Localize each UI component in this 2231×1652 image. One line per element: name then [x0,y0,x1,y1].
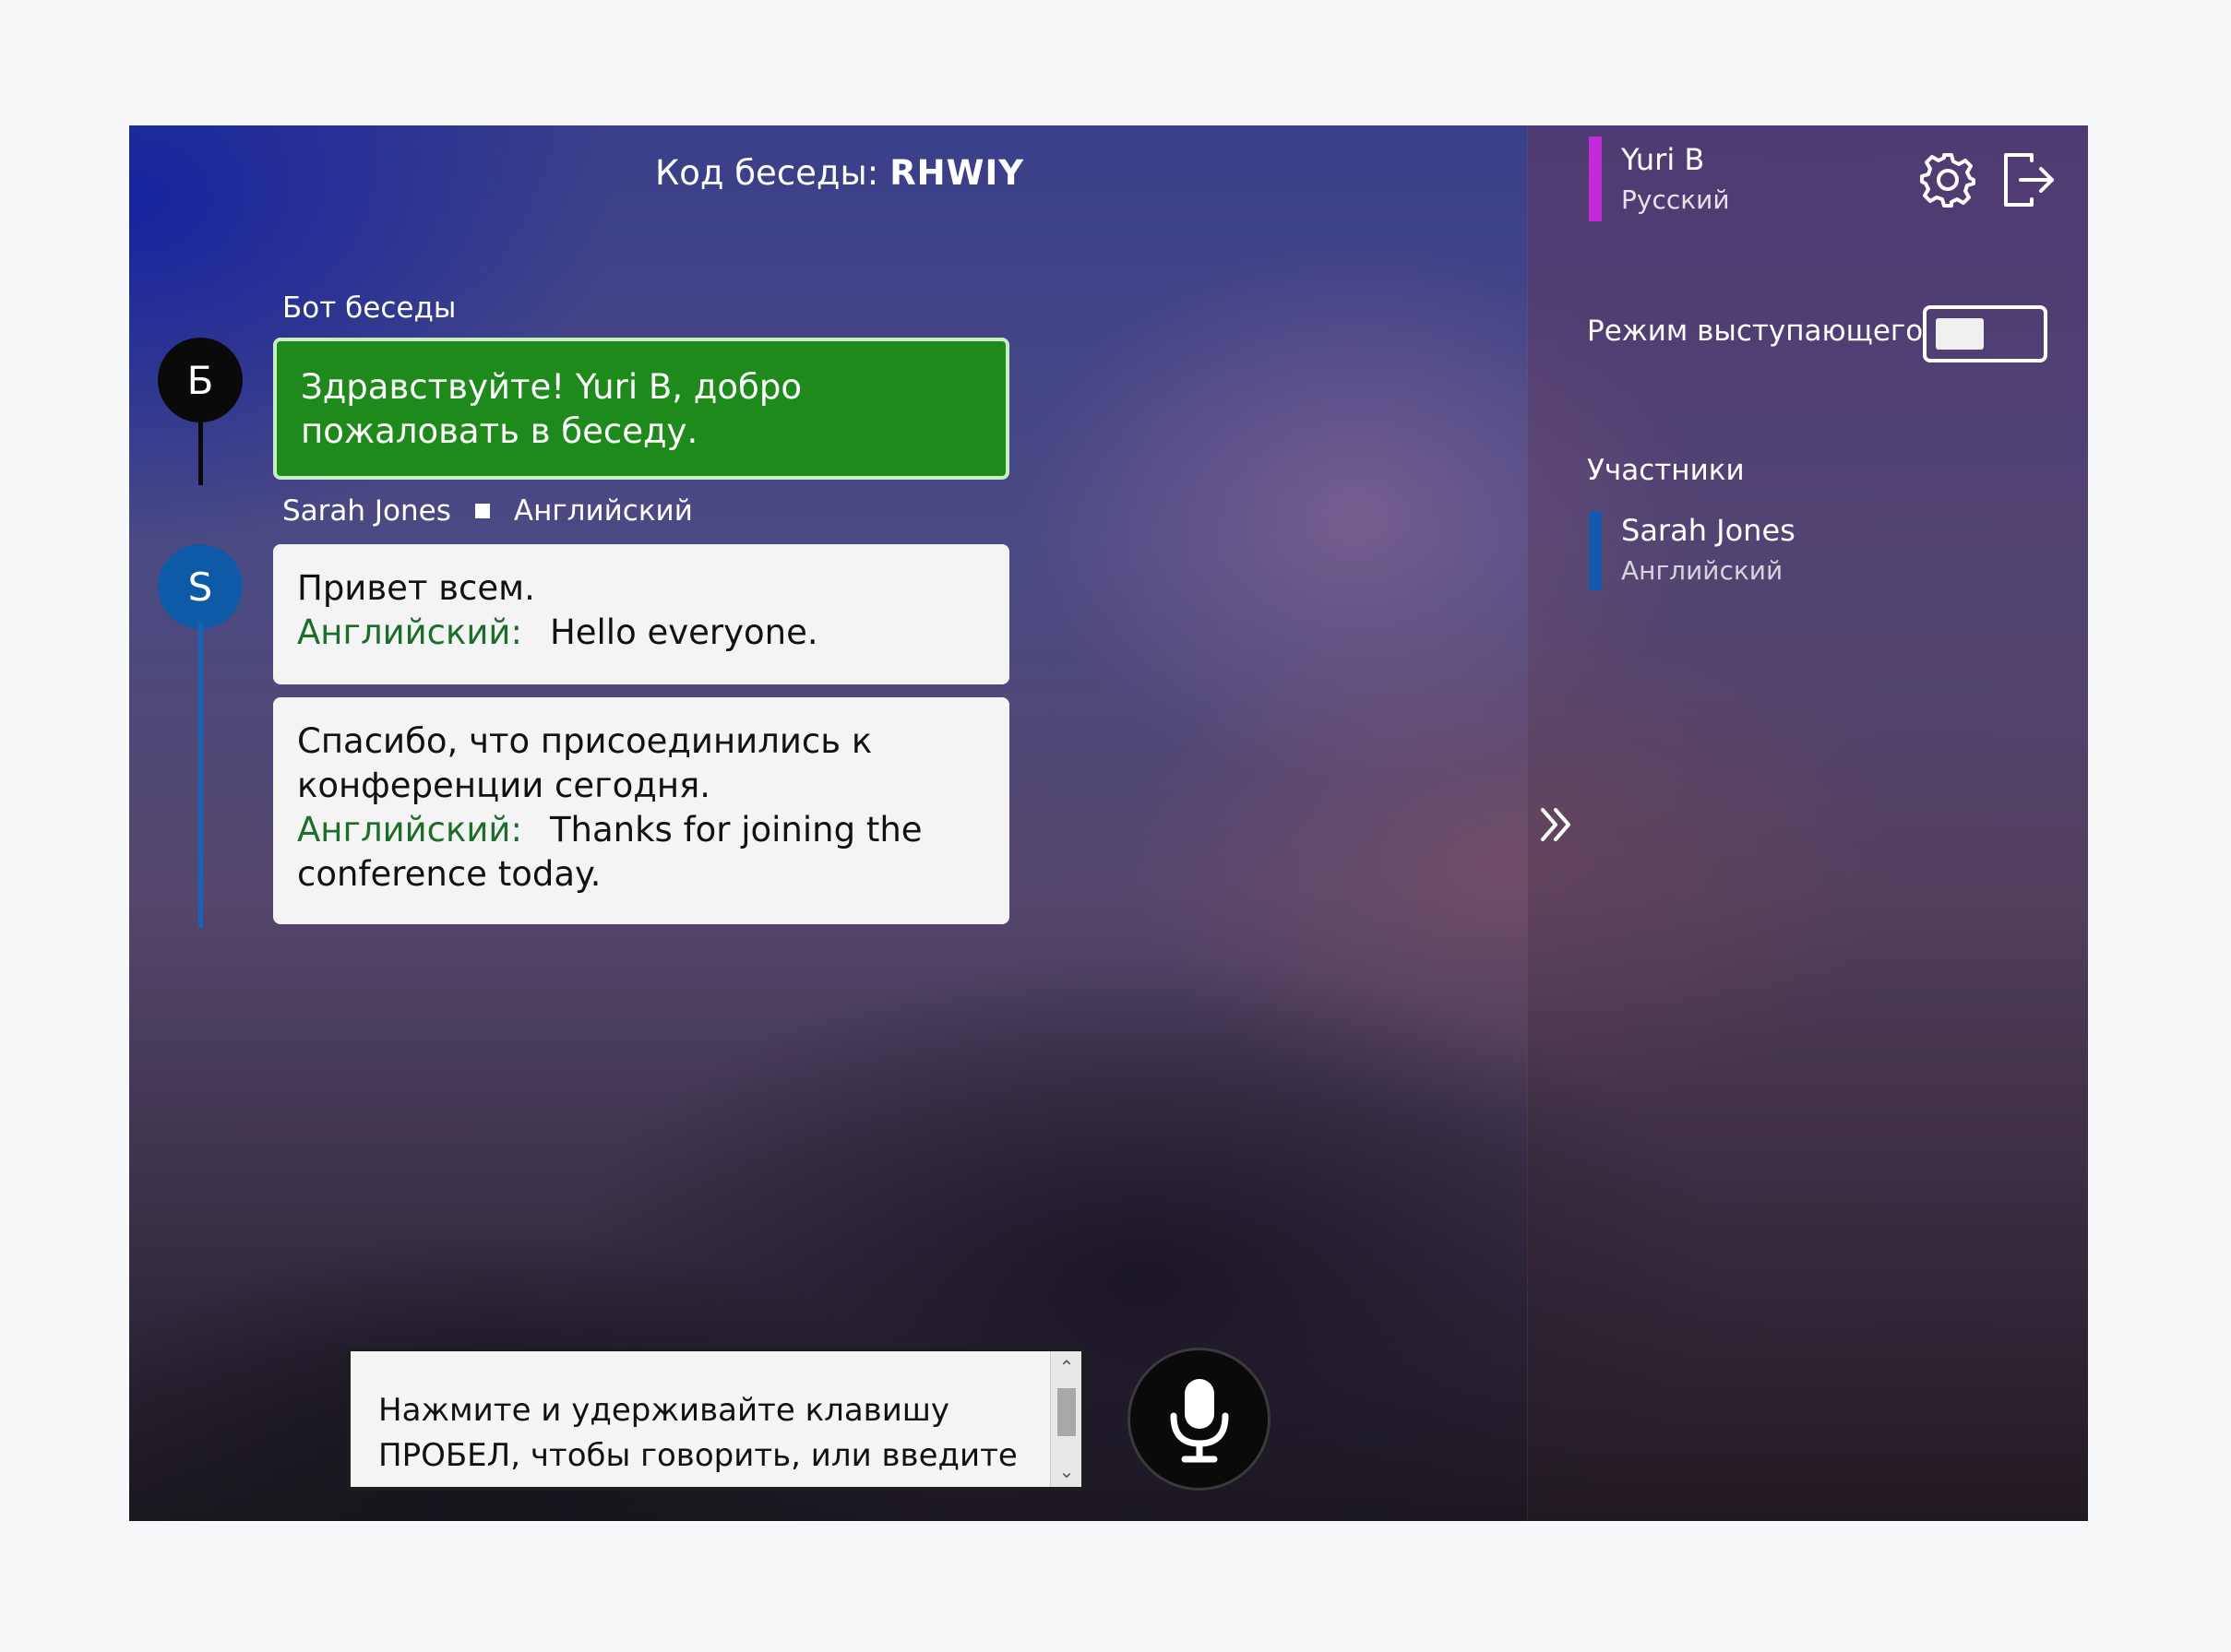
separator-square [474,504,490,518]
gear-icon[interactable] [1919,151,1976,208]
bot-message-bubble: Здравствуйте! Yuri B, добро пожаловать в… [273,338,1009,480]
conversation-title: Код беседы: RHWIY [129,153,1527,193]
conversation-window: Код беседы: RHWIY Бот беседы Б Здравствуй… [129,125,2088,1521]
microphone-icon [1170,1378,1228,1462]
participants-title: Участники [1587,454,1745,487]
presenter-mode-toggle[interactable] [1923,305,2047,362]
translation-label: Английский: [297,612,522,652]
conversation-code-label: Код беседы: [654,153,879,193]
input-scrollbar[interactable]: ⌃ ⌄ [1050,1351,1081,1487]
scroll-down-icon[interactable]: ⌄ [1051,1457,1081,1485]
scroll-up-icon[interactable]: ⌃ [1051,1353,1081,1381]
participant-language: Английский [1621,555,1784,586]
participant-name[interactable]: Sarah Jones [1621,513,1796,548]
user-language: Русский [1621,184,1730,215]
speaker-avatar: S [158,544,243,629]
conversation-code: RHWIY [889,153,1025,193]
exit-icon[interactable] [2000,151,2058,208]
participant-color-bar [1589,511,1602,590]
speaker-timeline-line [198,624,203,928]
message-translation: Английский: Hello everyone. [297,611,985,655]
bot-timeline-line [198,416,203,485]
toggle-knob [1936,318,1984,350]
bot-avatar: Б [158,338,243,422]
speaker-name: Sarah Jones [282,494,451,528]
message-bubble: Привет всем. Английский: Hello everyone. [273,544,1009,684]
bot-speaker-name: Бот беседы [282,291,457,325]
user-name: Yuri B [1621,142,1705,177]
speaker-header: Sarah Jones Английский [282,494,693,528]
translation-text: Hello everyone. [549,612,818,652]
collapse-chevron-icon[interactable] [1533,801,1581,849]
message-input-placeholder: Нажмите и удерживайте клавишу ПРОБЕЛ, чт… [378,1392,1018,1474]
message-original: Привет всем. [297,568,535,608]
presenter-mode-label: Режим выступающего [1587,315,1924,348]
speaker-language: Английский [513,494,693,528]
microphone-button[interactable] [1127,1348,1271,1491]
scroll-thumb[interactable] [1057,1388,1076,1436]
message-bubble: Спасибо, что присоединились к конференци… [273,697,1009,924]
user-color-bar [1589,137,1602,221]
translation-label: Английский: [297,810,522,850]
message-translation: Английский: Thanks for joining the confer… [297,808,985,897]
message-original: Спасибо, что присоединились к конференци… [297,721,873,805]
message-input[interactable]: Нажмите и удерживайте клавишу ПРОБЕЛ, чт… [347,1348,1085,1491]
